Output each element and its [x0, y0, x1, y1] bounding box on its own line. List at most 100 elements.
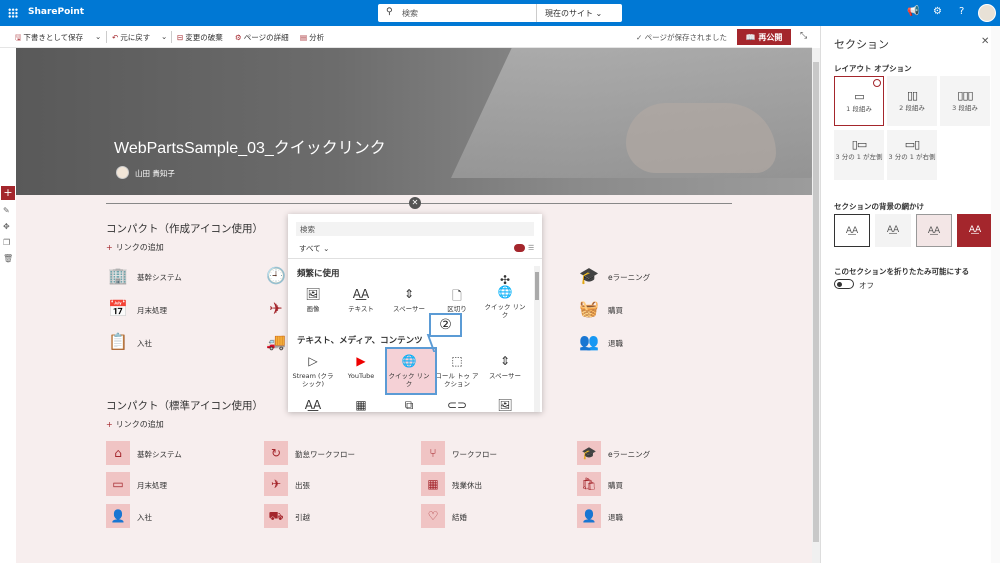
quick-link-label: 基幹システム [137, 273, 182, 282]
background-strong[interactable]: A͟A [957, 214, 993, 247]
app-launcher-icon[interactable] [8, 8, 18, 18]
layout-two-columns[interactable]: ▯▯ 2 段組み [887, 76, 937, 126]
user-avatar[interactable] [978, 4, 996, 22]
app-brand[interactable]: SharePoint [28, 7, 84, 17]
author-name[interactable]: 山田 貴知子 [135, 168, 175, 179]
analytics-button[interactable]: ▤ 分析 [300, 32, 324, 43]
layout-one-third-right[interactable]: ▭▯ 3 分の 1 が右側 [887, 130, 937, 180]
add-link-button[interactable]: + リンクの追加 [106, 419, 164, 430]
section-close-icon[interactable]: ✕ [409, 197, 421, 209]
property-pane: セクション ✕ レイアウト オプション ▭ 1 段組み ▯▯ 2 段組み ▯▯▯ 3 … [820, 26, 1000, 563]
quick-link-label: 基幹システム [137, 450, 182, 459]
hero-image-hand [626, 103, 776, 173]
airplane-icon: ✈ [264, 472, 288, 496]
quick-link-label: 引越 [295, 513, 310, 522]
webpart-label: スペーサー [489, 372, 521, 380]
layout-one-column[interactable]: ▭ 1 段組み [834, 76, 884, 126]
page-details-button[interactable]: ⚙ ページの詳細 [235, 32, 289, 43]
quick-link-label: 入社 [137, 339, 152, 348]
undo-icon: ↶ [112, 33, 119, 42]
section-title[interactable]: コンパクト（標準アイコン使用） [106, 398, 263, 413]
webpart-stream[interactable]: ▷ Stream (クラシック) [290, 354, 336, 388]
webpart-more[interactable]: ⧉ [386, 398, 432, 416]
add-link-label: リンクの追加 [115, 420, 164, 429]
quick-link-label: ワークフロー [452, 450, 497, 459]
delete-section-icon[interactable]: 🗑 [3, 254, 13, 263]
webpart-spacer[interactable]: ⇕ スペーサー [386, 287, 432, 313]
webpart-label: スペーサー [393, 305, 425, 313]
search-box[interactable]: ⚲ 検索 現在のサイト ⌄ [378, 4, 622, 22]
webpart-youtube[interactable]: ▶ YouTube [338, 354, 384, 380]
webpart-image[interactable]: 🖼 画像 [290, 287, 336, 313]
book-icon: 📖 [745, 33, 756, 42]
close-icon[interactable]: ✕ [981, 36, 989, 47]
settings-icon: ⚙ [235, 33, 242, 42]
truck-icon: 🚚 [266, 332, 286, 351]
move-section-icon[interactable]: ✥ [3, 222, 10, 231]
toolbox-scrollbar[interactable] [534, 266, 540, 412]
scrollbar-thumb[interactable] [813, 62, 819, 542]
page-title[interactable]: WebPartsSample_03_クイックリンク [114, 134, 386, 158]
add-link-button[interactable]: + リンクの追加 [106, 242, 164, 253]
canvas-scrollbar[interactable] [812, 48, 820, 563]
webpart-call-to-action[interactable]: ⬚ コール トゥ アクション [434, 354, 480, 388]
search-scope-dropdown[interactable]: 現在のサイト ⌄ [536, 4, 622, 22]
toggle-state: オフ [859, 281, 874, 290]
section-title[interactable]: コンパクト（作成アイコン使用） [106, 221, 263, 236]
add-section-button[interactable]: + [1, 186, 15, 200]
megaphone-icon[interactable]: 📢 [907, 6, 919, 17]
undo-button[interactable]: ↶ 元に戻す [112, 32, 150, 43]
title-area[interactable]: WebPartsSample_03_クイックリンク 山田 貴知子 [16, 48, 812, 195]
layout-label: 3 分の 1 が左側 [835, 153, 883, 161]
list-view-icon[interactable]: ☰ [528, 244, 534, 252]
webpart-more[interactable]: ⊂⊃ [434, 398, 480, 416]
scrollbar-thumb[interactable] [535, 272, 539, 300]
one-third-right-icon: ▭▯ [904, 138, 920, 151]
collapsible-toggle[interactable] [834, 279, 854, 289]
grid-view-icon[interactable] [514, 244, 525, 252]
layout-label: 3 分の 1 が右側 [888, 153, 936, 161]
republish-label: 再公開 [758, 33, 783, 42]
quick-link-label: 退職 [608, 339, 623, 348]
help-icon[interactable]: ? [959, 6, 964, 17]
webpart-more[interactable]: ▦ [338, 398, 384, 416]
layout-three-columns[interactable]: ▯▯▯ 3 段組み [940, 76, 990, 126]
toolbox-search-input[interactable]: 検索 [296, 222, 534, 236]
layout-one-third-left[interactable]: ▯▭ 3 分の 1 が左側 [834, 130, 884, 180]
category-frequent: 頻繁に使用 [297, 269, 340, 279]
save-draft-button[interactable]: 🖫 下書きとして保存 [15, 32, 83, 45]
basket-icon: 🧺 [579, 299, 599, 318]
edit-section-icon[interactable]: ✎ [3, 206, 10, 215]
webpart-quick-links[interactable]: ✣ 🌐 クイック リンク [482, 273, 528, 319]
webpart-divider[interactable]: 🗋 区切り [434, 287, 480, 313]
category-media: テキスト、メディア、コンテンツ [297, 336, 423, 346]
layout-label: 3 段組み [952, 104, 978, 112]
filter-label: すべて [299, 244, 321, 253]
webpart-quick-links-media[interactable]: 🌐 クイック リンク [386, 354, 432, 388]
republish-button[interactable]: 📖 再公開 [737, 29, 791, 45]
webpart-label: 画像 [306, 305, 320, 313]
webpart-text[interactable]: A͟A テキスト [338, 287, 384, 313]
webpart-more[interactable]: 🖼 [482, 398, 528, 416]
webpart-spacer-media[interactable]: ⇕ スペーサー [482, 354, 528, 380]
grid-icon: ▦ [355, 398, 367, 412]
quick-link-label: eラーニング [608, 450, 651, 459]
background-soft[interactable]: A͟A [916, 214, 952, 247]
pane-scrollbar[interactable] [991, 26, 1000, 563]
webpart-more[interactable]: A͟A [290, 398, 336, 416]
person-remove-icon: 👤 [577, 504, 601, 528]
background-none[interactable]: A͟A [834, 214, 870, 247]
duplicate-section-icon[interactable]: ❐ [3, 238, 10, 247]
collapse-icon[interactable]: ⤡ [800, 31, 807, 41]
search-input[interactable]: 検索 [402, 8, 418, 19]
webpart-label: Stream (クラシック) [292, 372, 334, 388]
save-dropdown-icon[interactable]: ⌄ [95, 32, 101, 41]
spacer-icon: ⇕ [403, 287, 415, 301]
discard-button[interactable]: ⊟ 変更の破棄 [177, 32, 223, 43]
search-icon: ⚲ [386, 7, 393, 17]
stream-icon: ▷ [308, 354, 318, 368]
gear-icon[interactable]: ⚙ [933, 6, 942, 17]
filter-dropdown[interactable]: すべて ⌄ [299, 243, 329, 254]
background-neutral[interactable]: A͟A [875, 214, 911, 247]
undo-dropdown-icon[interactable]: ⌄ [161, 32, 167, 41]
